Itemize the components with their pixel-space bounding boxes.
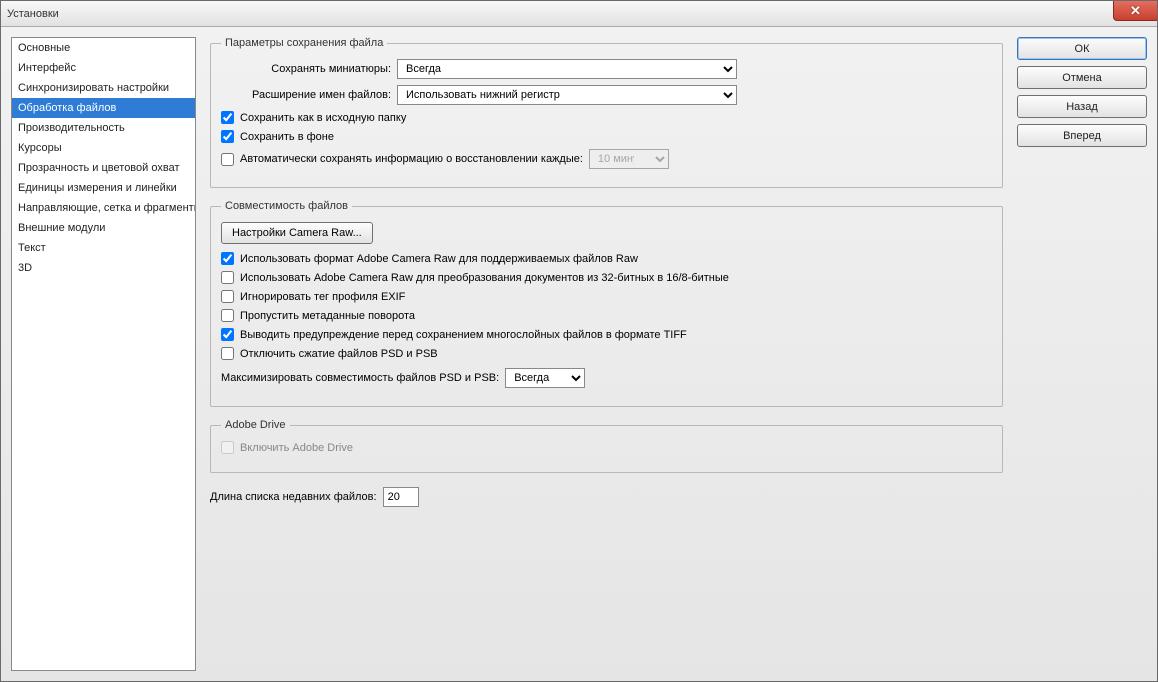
close-icon: ✕ xyxy=(1130,3,1141,19)
compat-legend: Совместимость файлов xyxy=(221,200,352,212)
file-save-group: Параметры сохранения файла Сохранять мин… xyxy=(210,37,1003,188)
category-sidebar: Основные Интерфейс Синхронизировать наст… xyxy=(11,37,196,671)
adobe-drive-group: Adobe Drive Включить Adobe Drive xyxy=(210,419,1003,473)
back-button[interactable]: Назад xyxy=(1017,95,1147,118)
sidebar-item-guides[interactable]: Направляющие, сетка и фрагменты xyxy=(12,198,195,218)
use-acr-raw-label: Использовать формат Adobe Camera Raw для… xyxy=(240,253,638,265)
maximize-label: Максимизировать совместимость файлов PSD… xyxy=(221,372,499,384)
sidebar-item-transparency[interactable]: Прозрачность и цветовой охват xyxy=(12,158,195,178)
save-thumbs-select[interactable]: Всегда xyxy=(397,59,737,79)
sidebar-item-units[interactable]: Единицы измерения и линейки xyxy=(12,178,195,198)
ok-button[interactable]: ОК xyxy=(1017,37,1147,60)
ok-button-label: ОК xyxy=(1075,43,1090,55)
camera-raw-button-label: Настройки Camera Raw... xyxy=(232,227,362,239)
sidebar-item-cursors[interactable]: Курсоры xyxy=(12,138,195,158)
sidebar-item-performance[interactable]: Производительность xyxy=(12,118,195,138)
sidebar-item-file-handling[interactable]: Обработка файлов xyxy=(12,98,195,118)
maximize-select[interactable]: Всегда xyxy=(505,368,585,388)
forward-button[interactable]: Вперед xyxy=(1017,124,1147,147)
save-original-label: Сохранить как в исходную папку xyxy=(240,112,406,124)
save-background-label: Сохранить в фоне xyxy=(240,131,334,143)
compat-group: Совместимость файлов Настройки Camera Ra… xyxy=(210,200,1003,407)
back-button-label: Назад xyxy=(1066,101,1098,113)
disable-psd-compress-label: Отключить сжатие файлов PSD и PSB xyxy=(240,348,438,360)
enable-adobe-drive-label: Включить Adobe Drive xyxy=(240,442,353,454)
disable-psd-compress-checkbox[interactable] xyxy=(221,347,234,360)
use-acr-raw-checkbox[interactable] xyxy=(221,252,234,265)
file-save-legend: Параметры сохранения файла xyxy=(221,37,387,49)
close-button[interactable]: ✕ xyxy=(1113,1,1157,21)
auto-save-interval-select: 10 минут xyxy=(589,149,669,169)
camera-raw-button[interactable]: Настройки Camera Raw... xyxy=(221,222,373,244)
adobe-drive-legend: Adobe Drive xyxy=(221,419,290,431)
tiff-warn-label: Выводить предупреждение перед сохранение… xyxy=(240,329,687,341)
sidebar-item-general[interactable]: Основные xyxy=(12,38,195,58)
window-body: Основные Интерфейс Синхронизировать наст… xyxy=(1,27,1157,681)
window-title: Установки xyxy=(7,8,59,20)
titlebar: Установки ✕ xyxy=(1,1,1157,27)
recent-files-input[interactable] xyxy=(383,487,419,507)
dialog-buttons: ОК Отмена Назад Вперед xyxy=(1017,37,1147,671)
sidebar-item-sync[interactable]: Синхронизировать настройки xyxy=(12,78,195,98)
auto-save-label: Автоматически сохранять информацию о вос… xyxy=(240,153,583,165)
ignore-exif-label: Игнорировать тег профиля EXIF xyxy=(240,291,405,303)
skip-rotation-label: Пропустить метаданные поворота xyxy=(240,310,415,322)
save-thumbs-label: Сохранять миниатюры: xyxy=(221,63,391,75)
sidebar-item-text[interactable]: Текст xyxy=(12,238,195,258)
recent-files-row: Длина списка недавних файлов: xyxy=(210,487,1003,507)
save-original-checkbox[interactable] xyxy=(221,111,234,124)
tiff-warn-checkbox[interactable] xyxy=(221,328,234,341)
save-background-checkbox[interactable] xyxy=(221,130,234,143)
forward-button-label: Вперед xyxy=(1063,130,1101,142)
ext-case-select[interactable]: Использовать нижний регистр xyxy=(397,85,737,105)
enable-adobe-drive-checkbox xyxy=(221,441,234,454)
skip-rotation-checkbox[interactable] xyxy=(221,309,234,322)
sidebar-item-3d[interactable]: 3D xyxy=(12,258,195,278)
sidebar-item-plugins[interactable]: Внешние модули xyxy=(12,218,195,238)
main-panel: Параметры сохранения файла Сохранять мин… xyxy=(206,37,1007,671)
recent-files-label: Длина списка недавних файлов: xyxy=(210,491,377,503)
sidebar-item-interface[interactable]: Интерфейс xyxy=(12,58,195,78)
ignore-exif-checkbox[interactable] xyxy=(221,290,234,303)
preferences-window: Установки ✕ Основные Интерфейс Синхрониз… xyxy=(0,0,1158,682)
ext-case-label: Расширение имен файлов: xyxy=(221,89,391,101)
auto-save-checkbox[interactable] xyxy=(221,153,234,166)
use-acr-3216-label: Использовать Adobe Camera Raw для преобр… xyxy=(240,272,729,284)
use-acr-3216-checkbox[interactable] xyxy=(221,271,234,284)
cancel-button[interactable]: Отмена xyxy=(1017,66,1147,89)
cancel-button-label: Отмена xyxy=(1062,72,1101,84)
